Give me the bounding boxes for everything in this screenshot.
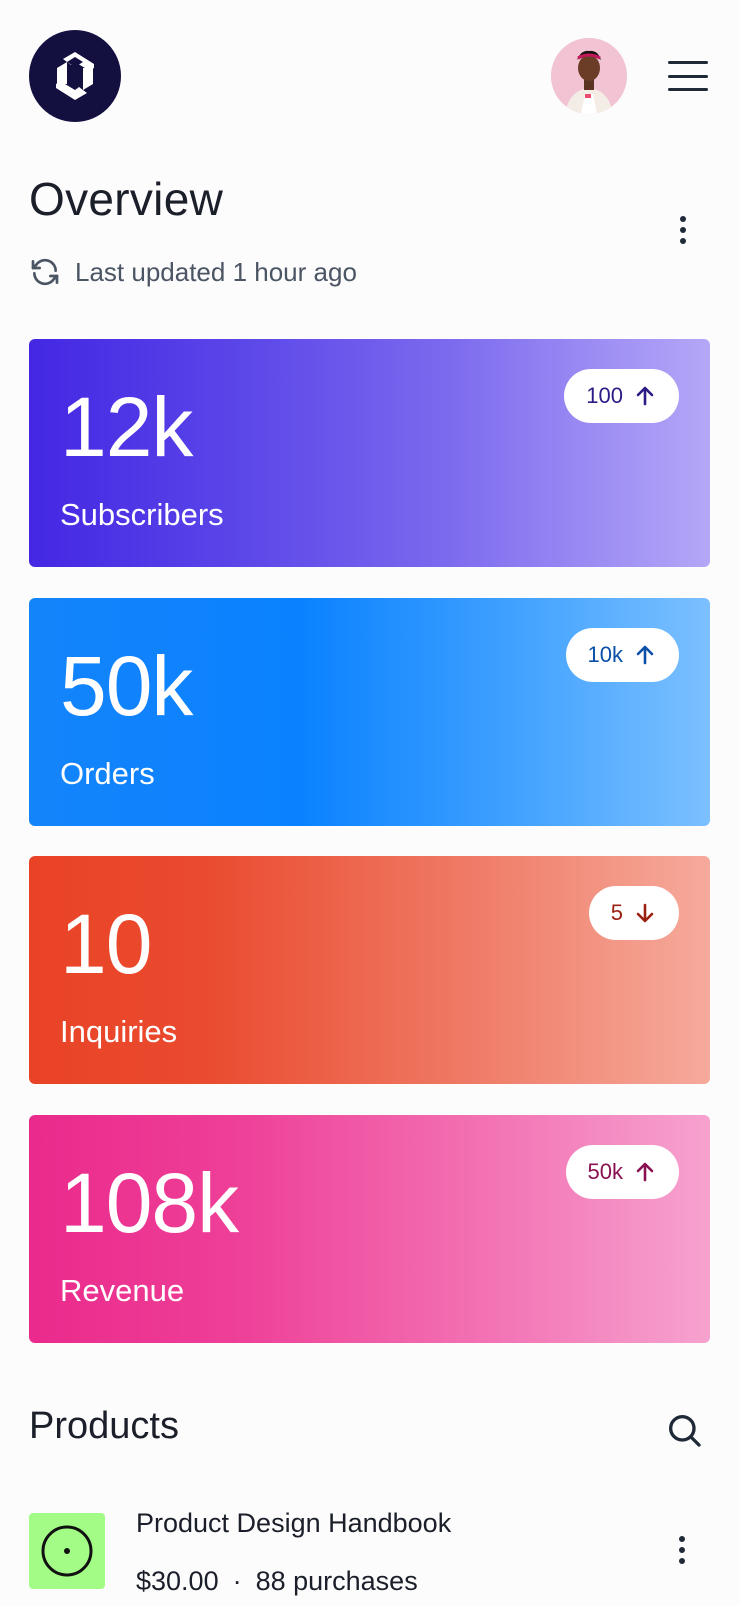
trend-badge: 50k	[565, 1145, 679, 1199]
stat-card-orders[interactable]: 50k Orders 10k	[29, 598, 710, 826]
trend-badge: 100	[564, 369, 679, 423]
brand-logo-icon[interactable]	[29, 30, 121, 122]
stat-label: Orders	[60, 756, 155, 791]
product-meta: $30.00 · 88 purchases	[136, 1566, 418, 1597]
refresh-icon[interactable]	[29, 256, 61, 288]
hamburger-menu-icon[interactable]	[668, 58, 708, 94]
user-avatar[interactable]	[551, 38, 627, 114]
trend-value: 100	[586, 383, 623, 408]
stat-card-revenue[interactable]: 108k Revenue 50k	[29, 1115, 710, 1343]
circle-dot-icon	[41, 1525, 93, 1577]
list-item[interactable]: Product Design Handbook $30.00 · 88 purc…	[29, 1508, 710, 1606]
arrow-up-icon	[636, 645, 654, 665]
stat-label: Revenue	[60, 1273, 185, 1308]
trend-badge: 5	[588, 886, 679, 940]
trend-badge: 10k	[565, 628, 679, 682]
product-price: $30.00	[136, 1566, 219, 1596]
stat-label: Subscribers	[60, 497, 224, 532]
section-title-products: Products	[29, 1405, 179, 1447]
product-thumbnail	[29, 1513, 105, 1589]
trend-value: 10k	[587, 642, 623, 667]
stat-value: 108k	[60, 1156, 239, 1250]
last-updated-text: Last updated 1 hour ago	[75, 256, 357, 287]
product-name: Product Design Handbook	[136, 1508, 452, 1538]
page-title: Overview	[29, 173, 224, 225]
stat-value: 50k	[60, 639, 193, 733]
trend-value: 50k	[587, 1159, 623, 1184]
stat-card-inquiries[interactable]: 10 Inquiries 5	[29, 856, 710, 1084]
search-icon[interactable]	[664, 1410, 704, 1450]
arrow-up-icon	[636, 386, 654, 406]
more-vertical-icon[interactable]	[668, 210, 698, 250]
stat-label: Inquiries	[60, 1014, 178, 1049]
trend-value: 5	[610, 900, 623, 925]
product-purchases: 88 purchases	[255, 1566, 418, 1596]
stat-value: 10	[60, 897, 152, 991]
stat-card-subscribers[interactable]: 12k Subscribers 100	[29, 339, 710, 567]
meta-separator: ·	[232, 1566, 242, 1596]
last-updated: Last updated 1 hour ago	[29, 254, 357, 290]
arrow-up-icon	[636, 1162, 654, 1182]
arrow-down-icon	[636, 903, 654, 923]
stat-value: 12k	[60, 380, 193, 474]
header	[0, 0, 740, 160]
more-vertical-icon[interactable]	[667, 1530, 697, 1570]
